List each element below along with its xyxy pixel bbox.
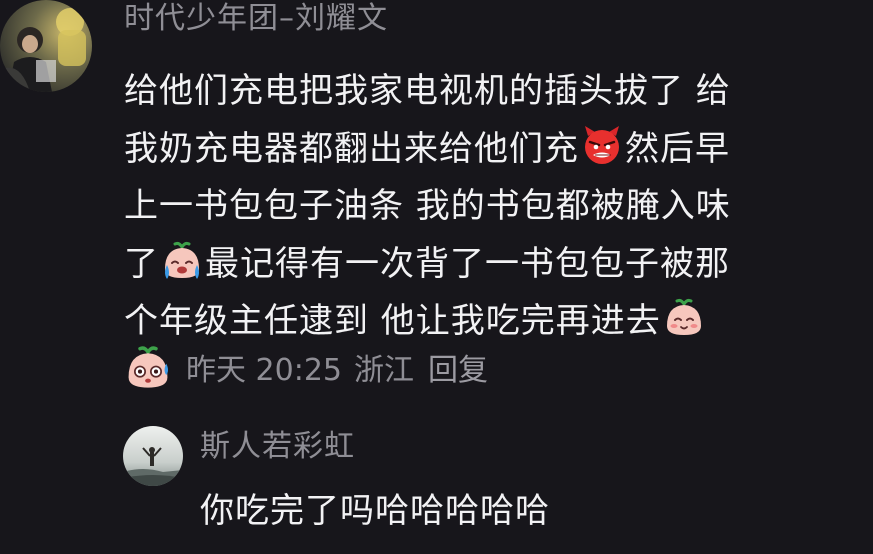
comment-meta: 昨天 20:25 浙江 回复 bbox=[124, 342, 488, 392]
comment-line: 上一书包包子油条 我的书包都被腌入味 bbox=[124, 178, 864, 236]
reply-button[interactable]: 回复 bbox=[428, 345, 488, 389]
comment-text[interactable]: 给他们充电把我家电视机的插头拔了 给 我奶充电器都翻出来给他们充 然后早 上一书… bbox=[124, 63, 864, 351]
comment-line-text: 个年级主任逮到 他让我吃完再进去 bbox=[124, 301, 661, 341]
crying-bun-emoji-icon bbox=[165, 241, 199, 279]
comment-line-text: 了 bbox=[124, 243, 159, 284]
comment-line-text: 给他们充电把我家电视机的插头拔了 给 bbox=[124, 71, 731, 111]
comment-timestamp: 昨天 20:25 bbox=[186, 353, 342, 388]
comment-author-name[interactable]: 时代少年团–刘耀文 bbox=[124, 0, 388, 38]
sweating-bun-emoji-icon bbox=[128, 346, 168, 388]
angry-devil-emoji-icon bbox=[585, 125, 619, 164]
reply-author-name[interactable]: 斯人若彩虹 bbox=[200, 427, 355, 467]
comment-line-text: 上一书包包子油条 我的书包都被腌入味 bbox=[124, 186, 731, 226]
comment-region: 浙江 bbox=[354, 353, 414, 388]
comment-thread: 时代少年团–刘耀文 给他们充电把我家电视机的插头拔了 给 我奶充电器都翻出来给他… bbox=[0, 0, 873, 554]
reply-text[interactable]: 你吃完了吗哈哈哈哈哈 bbox=[200, 486, 550, 536]
comment-line-text: 我奶充电器都翻出来给他们充 bbox=[124, 128, 579, 169]
reply-author-avatar[interactable] bbox=[123, 426, 183, 486]
comment-line: 我奶充电器都翻出来给他们充 然后早 bbox=[124, 121, 864, 179]
comment-line-text: 然后早 bbox=[625, 128, 730, 169]
smiling-bun-emoji-icon bbox=[666, 298, 701, 335]
author-avatar[interactable] bbox=[0, 0, 92, 92]
comment-line-text: 最记得有一次背了一书包包子被那 bbox=[205, 243, 730, 284]
comment-line: 了 最记得有一次背了一书包包子被那 bbox=[124, 236, 864, 294]
comment-line: 给他们充电把我家电视机的插头拔了 给 bbox=[124, 63, 864, 121]
